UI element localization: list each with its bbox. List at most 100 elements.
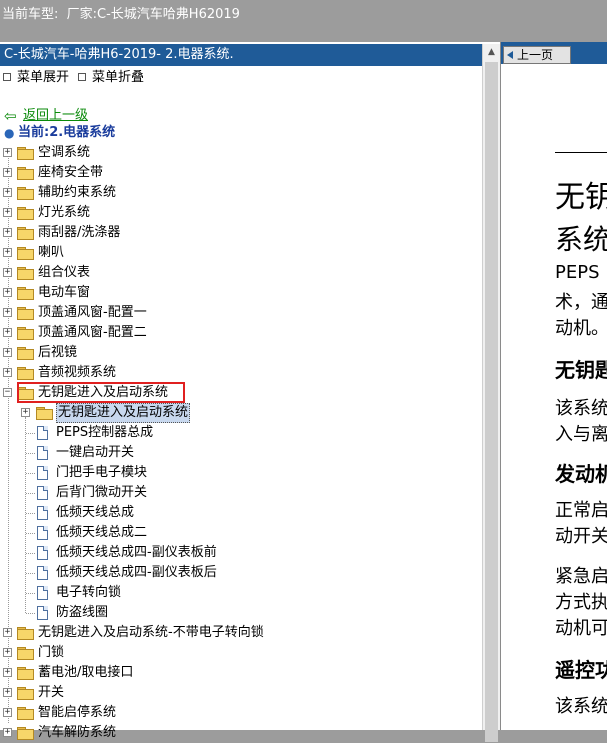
menu-expand-button[interactable]: 菜单展开 (3, 68, 69, 88)
expand-toggle-icon[interactable]: + (3, 168, 12, 177)
tree-connector (26, 593, 35, 594)
tree-item[interactable]: + 音频视频系统 (0, 363, 480, 383)
tree-item-label: 无钥匙进入及启动系统 (56, 403, 191, 423)
folder-icon (17, 647, 34, 660)
content-line: 该系统 (555, 696, 607, 717)
folder-icon (17, 247, 34, 260)
tree-item[interactable]: + 门锁 (0, 643, 480, 663)
tree-item[interactable]: + 喇叭 (0, 243, 480, 263)
content-line: 遥控功 (555, 658, 607, 682)
document-item[interactable]: 后背门微动开关 (0, 483, 480, 503)
expand-toggle-icon[interactable]: + (3, 628, 12, 637)
expand-toggle-icon[interactable]: − (3, 388, 12, 397)
tree-item-selected[interactable]: − 无钥匙进入及启动系统 (0, 382, 480, 403)
scroll-up-icon[interactable]: ▲ (483, 44, 500, 61)
expand-toggle-icon[interactable]: + (3, 328, 12, 337)
tree-item[interactable]: + 蓄电池/取电接口 (0, 663, 480, 683)
document-item[interactable]: 低频天线总成二 (0, 523, 480, 543)
menu-collapse-button[interactable]: 菜单折叠 (78, 68, 144, 88)
folder-body (36, 409, 53, 420)
document-icon (37, 466, 48, 480)
content-line: 系统 (555, 223, 607, 256)
tree-item-label: 顶盖通风窗-配置一 (38, 305, 147, 320)
document-item[interactable]: PEPS控制器总成 (0, 423, 480, 443)
tree-item[interactable]: + 汽车解防系统 (0, 723, 480, 743)
tree-item[interactable]: + 雨刮器/洗涤器 (0, 223, 480, 243)
content-line: 方式执 (555, 592, 607, 613)
expand-toggle-icon[interactable]: + (3, 348, 12, 357)
document-label: PEPS控制器总成 (56, 425, 154, 440)
tree-item[interactable]: + 灯光系统 (0, 203, 480, 223)
expand-toggle-icon[interactable]: + (3, 148, 12, 157)
tree-connector (26, 613, 35, 614)
tree-connector (26, 473, 35, 474)
expand-toggle-icon[interactable]: + (3, 688, 12, 697)
expand-toggle-icon[interactable]: + (3, 308, 12, 317)
tree-item[interactable]: + 无钥匙进入及启动系统-不带电子转向锁 (0, 623, 480, 643)
divider (555, 152, 607, 153)
tree-item-label: 雨刮器/洗涤器 (38, 225, 121, 240)
folder-body (17, 249, 34, 260)
scrollbar-thumb[interactable] (485, 62, 498, 742)
document-label: 防盗线圈 (56, 605, 109, 620)
tree-connector (26, 513, 35, 514)
previous-page-button[interactable]: 上一页 (503, 46, 571, 64)
content-line: 无钥 (555, 180, 607, 215)
tree-item[interactable]: + 顶盖通风窗-配置二 (0, 323, 480, 343)
expand-toggle-icon[interactable]: + (3, 228, 12, 237)
content-line: 动开关 (555, 526, 607, 547)
tree-item[interactable]: + 空调系统 (0, 143, 480, 163)
document-label: 后背门微动开关 (56, 485, 148, 500)
square-icon (78, 72, 86, 81)
tree-item[interactable]: + 组合仪表 (0, 263, 480, 283)
expand-toggle-icon[interactable]: + (3, 368, 12, 377)
document-label: 低频天线总成 (56, 505, 135, 520)
document-item[interactable]: 电子转向锁 (0, 583, 480, 603)
tree-item-label: 顶盖通风窗-配置二 (38, 325, 147, 340)
expand-toggle-icon[interactable]: + (3, 248, 12, 257)
tree-item[interactable]: + 座椅安全带 (0, 163, 480, 183)
tree-item-label: 电动车窗 (38, 285, 91, 300)
expand-toggle-icon[interactable]: + (3, 648, 12, 657)
tree-item[interactable]: + 辅助约束系统 (0, 183, 480, 203)
current-location-icon: ● (4, 126, 15, 140)
folder-body (17, 189, 34, 200)
expand-toggle-icon[interactable]: + (3, 668, 12, 677)
tree-item-label: 音频视频系统 (38, 365, 117, 380)
document-item[interactable]: 低频天线总成四-副仪表板后 (0, 563, 480, 583)
tree-item-label: 座椅安全带 (38, 165, 104, 180)
document-item[interactable]: 门把手电子模块 (0, 463, 480, 483)
content-line: 动机可 (555, 618, 607, 639)
folder-body (17, 689, 34, 700)
scrollbar[interactable]: ▲ (482, 44, 500, 742)
current-path-label: 当前:2.电器系统 (18, 125, 116, 140)
folder-icon (17, 347, 34, 360)
folder-body (17, 289, 34, 300)
tree-item[interactable]: + 电动车窗 (0, 283, 480, 303)
tree-item[interactable]: + 后视镜 (0, 343, 480, 363)
expand-toggle-icon[interactable]: + (3, 708, 12, 717)
expand-toggle-icon[interactable]: + (3, 728, 12, 737)
folder-icon (17, 687, 34, 700)
tree-item[interactable]: + 开关 (0, 683, 480, 703)
expand-toggle-icon[interactable]: + (3, 208, 12, 217)
document-item[interactable]: 防盗线圈 (0, 603, 480, 623)
tree-connector (26, 433, 35, 434)
document-item[interactable]: 低频天线总成四-副仪表板前 (0, 543, 480, 563)
document-item[interactable]: 低频天线总成 (0, 503, 480, 523)
expand-toggle-icon[interactable]: + (3, 188, 12, 197)
tree-item-label: 灯光系统 (38, 205, 91, 220)
tree-item-label: 喇叭 (38, 245, 65, 260)
expand-toggle-icon[interactable]: + (3, 268, 12, 277)
folder-icon (17, 147, 34, 160)
expand-toggle-icon[interactable]: + (21, 408, 30, 417)
title-bar: 当前车型: 厂家:C-长城汽车哈弗H62019 (0, 0, 607, 42)
tree-item[interactable]: + 顶盖通风窗-配置一 (0, 303, 480, 323)
sub-tree-item[interactable]: + 无钥匙进入及启动系统 (0, 403, 480, 423)
document-item[interactable]: 一键启动开关 (0, 443, 480, 463)
tree-item[interactable]: + 智能启停系统 (0, 703, 480, 723)
current-path: ● 当前:2.电器系统 (4, 123, 204, 143)
expand-toggle-icon[interactable]: + (3, 288, 12, 297)
document-label: 电子转向锁 (56, 585, 122, 600)
document-icon (37, 426, 48, 440)
